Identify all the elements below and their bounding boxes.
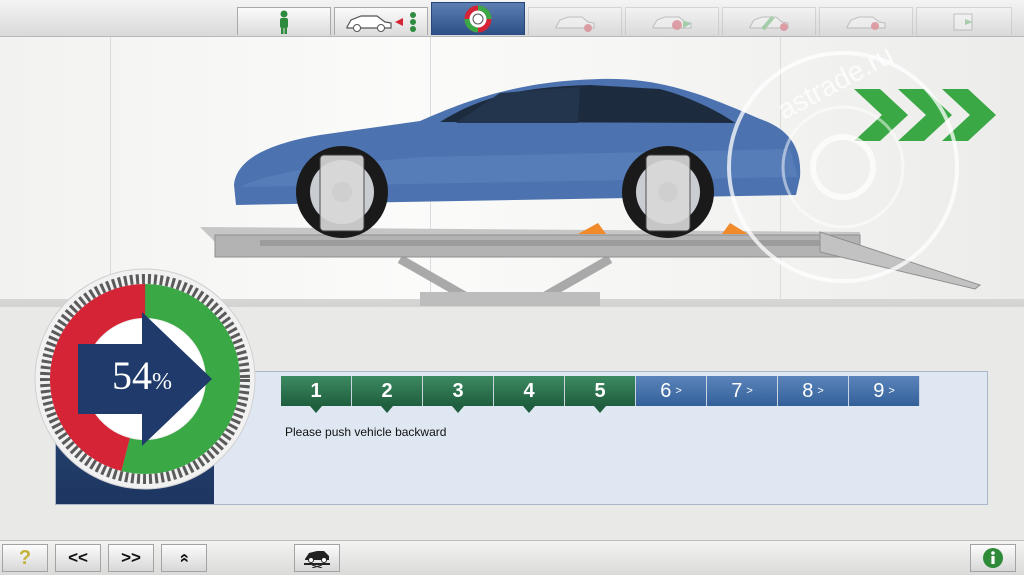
top-toolbar xyxy=(0,0,1024,37)
car xyxy=(234,78,801,238)
bottom-toolbar: ? << >> » xyxy=(0,540,1024,575)
step-5[interactable]: 5 xyxy=(565,376,636,413)
lift-control-button[interactable] xyxy=(294,544,340,572)
progress-percent: 54% xyxy=(112,353,172,398)
help-icon: ? xyxy=(18,546,32,569)
svg-text:astrade.ru: astrade.ru xyxy=(772,48,898,125)
step-3[interactable]: 3 xyxy=(423,376,494,413)
person-icon xyxy=(280,10,288,34)
chevron-right-icon: > xyxy=(675,385,682,397)
print-icon xyxy=(953,13,973,30)
tab-step-4[interactable] xyxy=(528,7,622,35)
chevron-right-icon: > xyxy=(746,385,753,397)
step-4[interactable]: 4 xyxy=(494,376,565,413)
car-wrench-icon xyxy=(749,15,789,31)
step-8[interactable]: 8 > xyxy=(778,376,849,406)
car-lift-icon xyxy=(304,551,330,568)
next-button[interactable]: >> xyxy=(108,544,154,572)
tab-step-8[interactable] xyxy=(916,7,1012,35)
help-button[interactable]: ? xyxy=(2,544,48,572)
step-2[interactable]: 2 xyxy=(352,376,423,413)
previous-button[interactable]: << xyxy=(55,544,101,572)
watermark-logo: astrade.ru xyxy=(727,48,959,283)
car-play-icon xyxy=(652,16,692,30)
step-indicator: 1 2 3 4 5 6 > 7 > 8 > 9 > xyxy=(281,376,920,413)
tab-runout-compensation[interactable] xyxy=(431,2,525,35)
chevron-right-icon: > xyxy=(888,385,895,397)
double-chevron-left-icon: << xyxy=(68,548,88,567)
double-chevron-up-icon: » xyxy=(174,553,193,563)
chevron-right-icon: > xyxy=(817,385,824,397)
tab-step-5[interactable] xyxy=(625,7,719,35)
step-1[interactable]: 1 xyxy=(281,376,352,413)
step-7[interactable]: 7 > xyxy=(707,376,778,406)
tab-operator[interactable] xyxy=(237,7,331,35)
step-6[interactable]: 6 > xyxy=(636,376,707,406)
lift-scissor xyxy=(397,255,613,306)
info-button[interactable] xyxy=(970,544,1016,572)
up-button[interactable]: » xyxy=(161,544,207,572)
tab-step-7[interactable] xyxy=(819,7,913,35)
tab-vehicle-selection[interactable] xyxy=(334,7,428,35)
double-chevron-right-icon: >> xyxy=(121,548,141,567)
wheel-target-icon xyxy=(464,5,492,33)
info-icon xyxy=(983,548,1003,568)
car-check-icon xyxy=(555,16,595,32)
step-9[interactable]: 9 > xyxy=(849,376,920,406)
wheel-clamp xyxy=(319,154,365,232)
instruction-text: Please push vehicle backward xyxy=(285,425,447,439)
tab-step-6[interactable] xyxy=(722,7,816,35)
car-selection-icon xyxy=(346,11,416,32)
car-result-icon xyxy=(846,16,886,30)
wheel-clamp xyxy=(645,154,691,232)
